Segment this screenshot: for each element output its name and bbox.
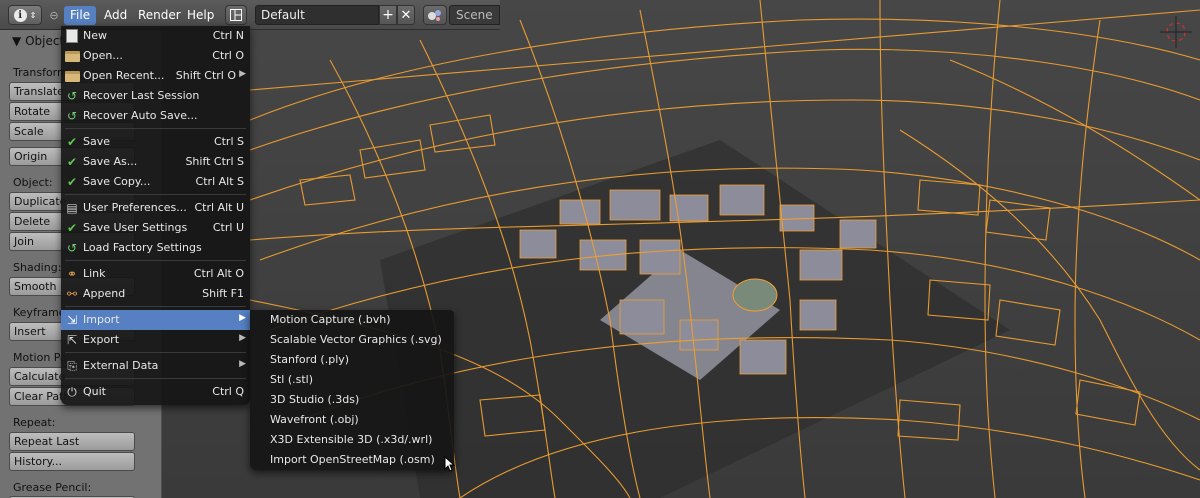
export-icon: ⇱ <box>66 333 78 347</box>
add-layout-icon[interactable]: + <box>379 5 397 25</box>
scene-icon[interactable] <box>423 5 447 25</box>
import-submenu: Motion Capture (.bvh) Scalable Vector Gr… <box>250 310 454 470</box>
check-icon: ✔ <box>66 135 78 149</box>
import-item-stl[interactable]: Stl (.stl) <box>270 370 313 390</box>
mouse-pointer-icon <box>444 456 456 472</box>
submenu-arrow-icon: ▶ <box>239 333 246 343</box>
menu-item-recover-auto-save[interactable]: ↺ Recover Auto Save... <box>61 106 250 126</box>
history-button[interactable]: History... <box>9 452 135 471</box>
menu-file[interactable]: File <box>64 6 97 25</box>
menu-item-import[interactable]: ⇲ Import ▶ <box>61 310 250 330</box>
remove-layout-icon[interactable]: ✕ <box>397 5 415 25</box>
menu-item-user-preferences[interactable]: ▤ User Preferences... Ctrl Alt U <box>61 198 250 218</box>
menu-item-open[interactable]: Open... Ctrl O <box>61 46 250 66</box>
collapse-menus-icon[interactable]: ⊖ <box>47 5 61 25</box>
submenu-arrow-icon: ▶ <box>239 69 246 79</box>
preferences-icon: ▤ <box>66 201 78 215</box>
menu-separator <box>65 352 246 353</box>
scene-field[interactable]: Scene <box>449 5 500 25</box>
import-icon: ⇲ <box>66 313 78 327</box>
shading-label: Shading: <box>13 261 62 274</box>
menu-item-export[interactable]: ⇱ Export ▶ <box>61 330 250 350</box>
menu-item-save-user-settings[interactable]: ✔ Save User Settings Ctrl U <box>61 218 250 238</box>
info-icon: i <box>13 8 27 22</box>
menu-item-external-data[interactable]: ⎘ External Data ▶ <box>61 356 250 376</box>
submenu-arrow-icon: ▶ <box>239 313 246 323</box>
recover-icon: ↺ <box>66 89 78 103</box>
screen-layout-field[interactable]: Default <box>255 5 379 25</box>
submenu-arrow-icon: ▶ <box>239 359 246 369</box>
factory-icon: ↺ <box>66 241 78 255</box>
power-icon: ⏻ <box>67 384 77 399</box>
link-icon: ⚭ <box>66 267 78 281</box>
menu-separator <box>65 194 246 195</box>
menu-help[interactable]: Help <box>181 6 220 25</box>
repeat-last-button[interactable]: Repeat Last <box>9 432 135 451</box>
menu-item-quit[interactable]: ⏻ Quit Ctrl Q <box>61 382 250 402</box>
menu-separator <box>65 128 246 129</box>
new-file-icon <box>64 28 80 44</box>
object-label: Object: <box>13 176 53 189</box>
menu-item-save[interactable]: ✔ Save Ctrl S <box>61 132 250 152</box>
menu-separator <box>65 378 246 379</box>
menu-item-load-factory-settings[interactable]: ↺ Load Factory Settings <box>61 238 250 258</box>
screen-layout-icon[interactable] <box>225 5 247 25</box>
editor-type-arrows-icon: ⇕ <box>29 10 37 20</box>
import-item-obj[interactable]: Wavefront (.obj) <box>270 410 359 430</box>
import-item-svg[interactable]: Scalable Vector Graphics (.svg) <box>270 330 442 350</box>
editor-type-button[interactable]: i ⇕ <box>8 5 42 25</box>
expand-triangle-icon: ▼ <box>12 34 22 48</box>
file-menu: New Ctrl N Open... Ctrl O Open Recent...… <box>61 26 250 405</box>
save-settings-icon: ✔ <box>66 221 78 235</box>
check-icon: ✔ <box>66 155 78 169</box>
folder-recent-icon <box>64 68 80 84</box>
append-icon: ⚯ <box>66 287 78 301</box>
import-item-ply[interactable]: Stanford (.ply) <box>270 350 349 370</box>
menu-item-append[interactable]: ⚯ Append Shift F1 <box>61 284 250 304</box>
external-data-icon: ⎘ <box>67 358 77 373</box>
menu-add[interactable]: Add <box>98 6 133 25</box>
menu-item-new[interactable]: New Ctrl N <box>61 26 250 46</box>
recover-auto-icon: ↺ <box>66 109 78 123</box>
menu-item-recover-last-session[interactable]: ↺ Recover Last Session <box>61 86 250 106</box>
keyframes-label: Keyframe <box>13 306 66 319</box>
menu-separator <box>65 260 246 261</box>
import-item-osm[interactable]: Import OpenStreetMap (.osm) <box>270 450 435 470</box>
menu-separator <box>65 306 246 307</box>
repeat-label: Repeat: <box>13 416 56 429</box>
check-icon: ✔ <box>66 175 78 189</box>
menu-item-save-copy[interactable]: ✔ Save Copy... Ctrl Alt S <box>61 172 250 192</box>
tool-shelf-title[interactable]: ▼ Object <box>12 34 64 48</box>
import-item-bvh[interactable]: Motion Capture (.bvh) <box>270 310 391 330</box>
import-item-x3d[interactable]: X3D Extensible 3D (.x3d/.wrl) <box>270 430 432 450</box>
menu-render[interactable]: Render <box>132 6 187 25</box>
grease-pencil-label: Grease Pencil: <box>13 481 92 494</box>
menu-item-open-recent[interactable]: Open Recent... Shift Ctrl O ▶ <box>61 66 250 86</box>
motion-paths-label: Motion Pa <box>13 351 67 364</box>
folder-icon <box>64 48 80 64</box>
import-item-3ds[interactable]: 3D Studio (.3ds) <box>270 390 359 410</box>
menu-item-link[interactable]: ⚭ Link Ctrl Alt O <box>61 264 250 284</box>
menu-item-save-as[interactable]: ✔ Save As... Shift Ctrl S <box>61 152 250 172</box>
